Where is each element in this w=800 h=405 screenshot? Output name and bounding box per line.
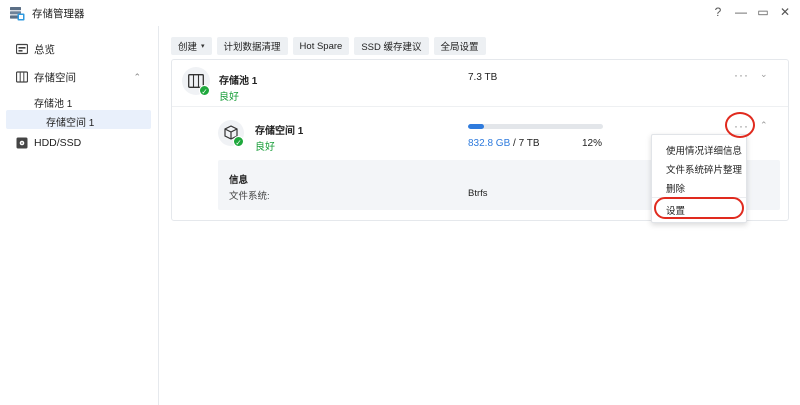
highlight-more-button [725, 112, 755, 138]
pool-name: 存储池 1 [219, 76, 258, 87]
storage-manager-app-icon [10, 7, 25, 21]
storage-icon [16, 71, 28, 83]
volume-used: 832.8 GB [468, 138, 511, 149]
sidebar-item-label: HDD/SSD [34, 137, 82, 149]
menu-item-delete[interactable]: 删除 [666, 181, 685, 195]
sidebar: 总览 存储空间 ⌃ 存储池 1 存储空间 1 HDD/SSD [0, 26, 159, 405]
volume-percent: 12% [582, 138, 603, 149]
sidebar-item-storage[interactable]: 存储空间 ⌃ [0, 66, 159, 88]
hot-spare-button[interactable]: Hot Spare [292, 37, 350, 55]
sidebar-item-label: 存储空间 [34, 71, 76, 84]
minimize-button[interactable]: — [733, 4, 749, 20]
disk-icon [16, 137, 28, 149]
create-label: 创建 [178, 42, 198, 53]
check-icon: ✓ [233, 136, 244, 147]
chevron-up-icon[interactable]: ⌃ [760, 120, 768, 131]
filesystem-value: Btrfs [468, 188, 488, 199]
pool-status: 良好 [219, 92, 239, 103]
volume-total: 7 TB [518, 138, 540, 149]
global-settings-button[interactable]: 全局设置 [433, 37, 486, 55]
menu-item-defragment[interactable]: 文件系统碎片整理 [666, 162, 742, 176]
sidebar-item-storage-pool-1[interactable]: 存储池 1 [34, 95, 72, 110]
title-bar: 存储管理器 ? — ▭ ✕ [0, 0, 800, 26]
sidebar-item-hdd-ssd[interactable]: HDD/SSD [0, 132, 159, 154]
create-button[interactable]: 创建 ▾ [171, 37, 212, 55]
volume-name: 存储空间 1 [255, 126, 304, 137]
help-button[interactable]: ? [710, 4, 726, 20]
schedule-cleanup-button[interactable]: 计划数据清理 [216, 37, 288, 55]
volume-icon: ✓ [218, 120, 244, 147]
sidebar-item-label: 总览 [34, 43, 55, 56]
filesystem-label: 文件系统: [229, 191, 270, 202]
volume-status: 良好 [255, 142, 275, 153]
volume-usage-bar [468, 124, 603, 129]
toolbar: 创建 ▾ 计划数据清理 Hot Spare SSD 缓存建议 全局设置 [171, 37, 486, 55]
usage-separator: / [510, 138, 519, 149]
close-button[interactable]: ✕ [777, 4, 793, 20]
maximize-button[interactable]: ▭ [755, 4, 771, 20]
chevron-down-icon[interactable]: ⌄ [760, 69, 768, 80]
menu-item-usage-details[interactable]: 使用情况详细信息 [666, 143, 742, 157]
sidebar-item-overview[interactable]: 总览 [0, 38, 159, 60]
storage-pool-icon: ✓ [182, 67, 210, 96]
volume-usage-text: 832.8 GB / 7 TB [468, 138, 540, 149]
pool-capacity: 7.3 TB [468, 72, 498, 83]
check-icon: ✓ [199, 85, 210, 96]
caret-down-icon: ▾ [201, 43, 205, 50]
chevron-up-icon[interactable]: ⌃ [133, 72, 141, 83]
sidebar-item-volume-1[interactable]: 存储空间 1 [46, 114, 94, 129]
storage-pool-row[interactable]: ✓ 存储池 1 良好 7.3 TB ··· ⌄ [172, 60, 788, 107]
highlight-settings-item [654, 197, 744, 219]
volume-usage-fill [468, 124, 485, 129]
overview-icon [16, 43, 28, 55]
ssd-cache-advisor-button[interactable]: SSD 缓存建议 [354, 37, 429, 55]
info-title: 信息 [229, 175, 249, 186]
window-title: 存储管理器 [32, 8, 85, 20]
pool-more-icon[interactable]: ··· [734, 68, 749, 82]
